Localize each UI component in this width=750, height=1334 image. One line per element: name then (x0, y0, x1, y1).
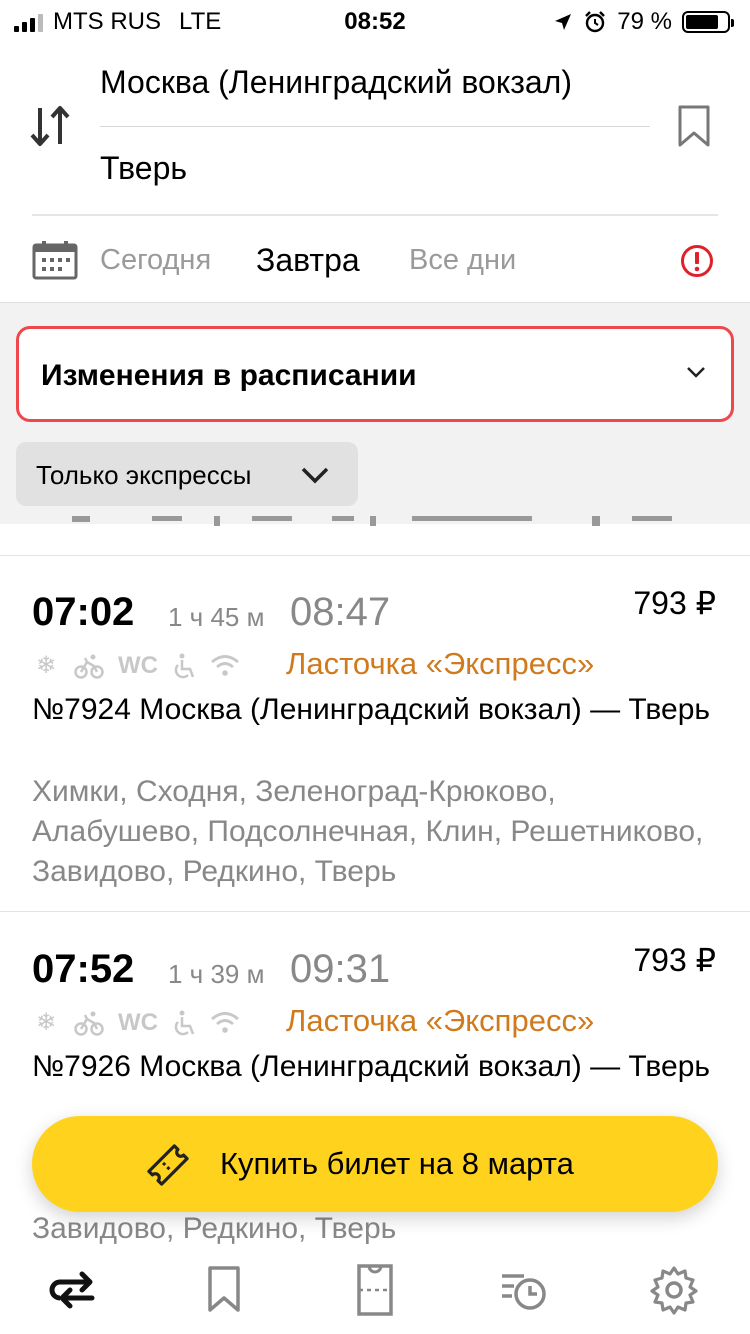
bookmark-icon[interactable] (194, 1260, 254, 1320)
wifi-icon (211, 1012, 239, 1033)
day-selector: Сегодня Завтра Все дни (0, 222, 750, 302)
list-divider (0, 555, 750, 556)
buy-ticket-label: Купить билет на 8 марта (220, 1146, 574, 1181)
schedule-changes-card[interactable]: Изменения в расписании (16, 326, 734, 422)
tab-today[interactable]: Сегодня (100, 244, 211, 277)
express-filter-label: Только экспрессы (36, 460, 252, 490)
air-conditioning-icon: ❄ (35, 652, 57, 679)
bicycle-icon (74, 654, 104, 679)
wheelchair-icon (174, 1010, 195, 1036)
ticket-icon (147, 1144, 189, 1186)
train-title: №7924 Москва (Ленинградский вокзал) — Тв… (32, 693, 711, 726)
calendar-icon[interactable] (32, 240, 78, 280)
chevron-down-icon (301, 467, 329, 484)
departure-time: 07:52 (32, 947, 135, 991)
tab-tomorrow[interactable]: Завтра (256, 242, 360, 279)
amenity-icons: ❄ WC (32, 652, 240, 680)
buy-ticket-button[interactable]: Купить билет на 8 марта (32, 1116, 718, 1212)
route-divider (100, 126, 650, 127)
train-stops: Химки, Сходня, Зеленоград-Крюково, Алабу… (32, 775, 704, 888)
train-type: Ласточка «Экспресс» (286, 646, 595, 681)
route-header: Москва (Ленинградский вокзал) Тверь (0, 40, 750, 216)
bookmark-icon[interactable] (676, 104, 712, 148)
battery-percent: 79 % (617, 8, 672, 35)
history-icon[interactable] (494, 1260, 554, 1320)
trip-duration: 1 ч 45 м (168, 602, 265, 632)
train-type: Ласточка «Экспресс» (286, 1003, 595, 1038)
train-title: №7926 Москва (Ленинградский вокзал) — Тв… (32, 1050, 711, 1083)
bicycle-icon (74, 1011, 104, 1036)
alert-icon[interactable] (680, 244, 714, 278)
express-filter-button[interactable]: Только экспрессы (16, 442, 358, 506)
swap-direction-icon[interactable] (26, 102, 74, 150)
trip-duration: 1 ч 39 м (168, 959, 265, 989)
schedule-changes-label: Изменения в расписании (41, 359, 417, 392)
routes-icon[interactable] (46, 1260, 106, 1320)
battery-icon (682, 11, 734, 33)
settings-icon[interactable] (644, 1260, 704, 1320)
chevron-down-icon (687, 367, 705, 378)
departure-time: 07:02 (32, 590, 135, 634)
tickets-icon[interactable] (345, 1260, 405, 1320)
trip-price: 793 ₽ (633, 585, 716, 621)
train-stops: Завидово, Редкино, Тверь (32, 1212, 397, 1245)
header-divider (32, 214, 718, 216)
wc-icon: WC (118, 652, 158, 679)
list-divider (0, 911, 750, 912)
route-from-field[interactable]: Москва (Ленинградский вокзал) (100, 64, 572, 101)
arrival-time: 09:31 (290, 947, 391, 991)
wheelchair-icon (174, 653, 195, 679)
amenity-icons: ❄ WC (32, 1009, 240, 1037)
location-arrow-icon (555, 14, 572, 30)
wifi-icon (211, 655, 239, 676)
status-bar: MTS RUS LTE 08:52 79 % (0, 0, 750, 40)
wc-icon: WC (118, 1009, 158, 1036)
alarm-icon (585, 11, 606, 33)
tab-all-days[interactable]: Все дни (409, 244, 516, 277)
status-right: 79 % (553, 8, 734, 36)
trip-price: 793 ₽ (633, 942, 716, 978)
scrolled-text-fragment (32, 516, 732, 530)
air-conditioning-icon: ❄ (35, 1009, 57, 1036)
arrival-time: 08:47 (290, 590, 391, 634)
route-to-field[interactable]: Тверь (100, 150, 187, 187)
tab-bar (0, 1248, 750, 1334)
